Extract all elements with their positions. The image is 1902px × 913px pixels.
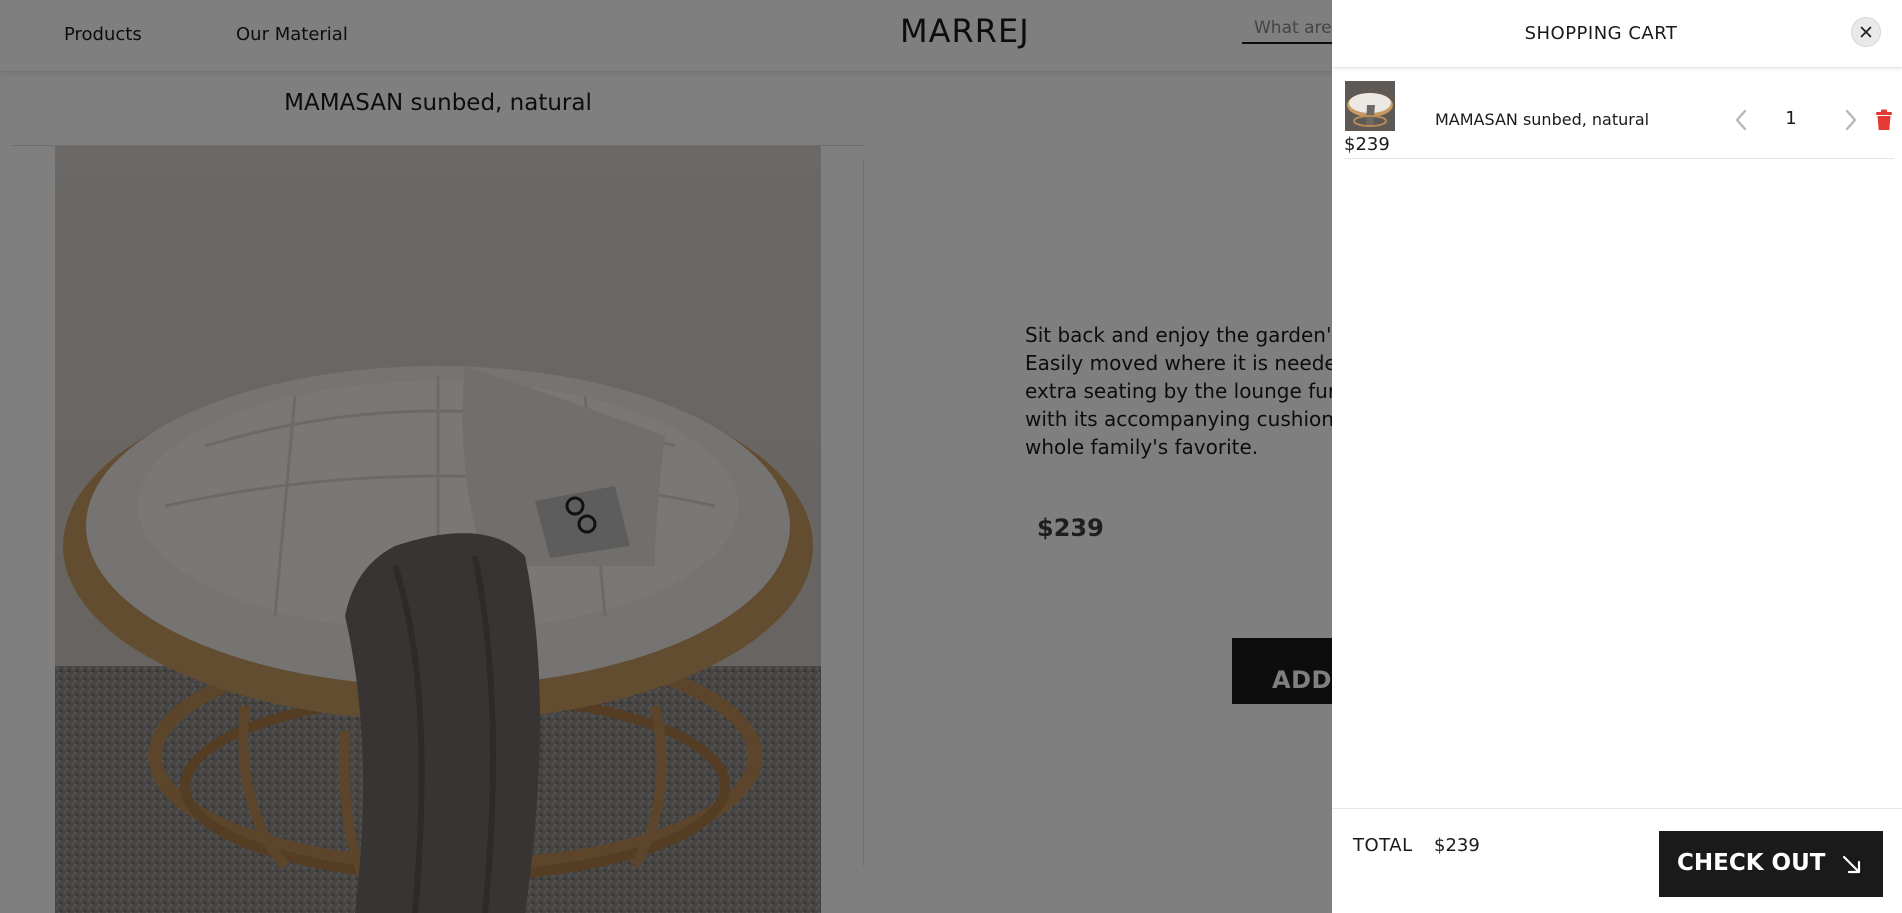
- cart-item-name[interactable]: MAMASAN sunbed, natural: [1435, 110, 1649, 129]
- chevron-right-icon: [1845, 109, 1857, 131]
- close-cart-button[interactable]: [1851, 17, 1881, 47]
- chevron-left-icon: [1735, 109, 1747, 131]
- remove-item-button[interactable]: [1874, 109, 1894, 131]
- cart-header: SHOPPING CART: [1332, 0, 1902, 68]
- decrease-quantity-button[interactable]: [1730, 107, 1754, 133]
- cart-item-price: $239: [1344, 134, 1390, 155]
- sunbed-thumbnail-icon: [1345, 81, 1395, 131]
- arrow-down-right-icon: [1842, 855, 1861, 874]
- trash-icon: [1876, 109, 1892, 130]
- shopping-cart-drawer: SHOPPING CART $239 MAMASAN sunbed, natur…: [1332, 0, 1902, 913]
- total-label: TOTAL: [1353, 835, 1413, 856]
- cart-footer: TOTAL $239 CHECK OUT: [1332, 808, 1902, 913]
- cart-title: SHOPPING CART: [1524, 23, 1678, 44]
- checkout-label: CHECK OUT: [1677, 850, 1826, 876]
- total-value: $239: [1434, 835, 1480, 856]
- close-icon: [1860, 26, 1872, 38]
- cart-item: $239 MAMASAN sunbed, natural 1: [1344, 80, 1894, 159]
- increase-quantity-button[interactable]: [1838, 107, 1862, 133]
- cart-item-quantity: 1: [1785, 108, 1797, 129]
- cart-item-thumbnail: [1345, 81, 1395, 131]
- checkout-button[interactable]: CHECK OUT: [1659, 831, 1883, 897]
